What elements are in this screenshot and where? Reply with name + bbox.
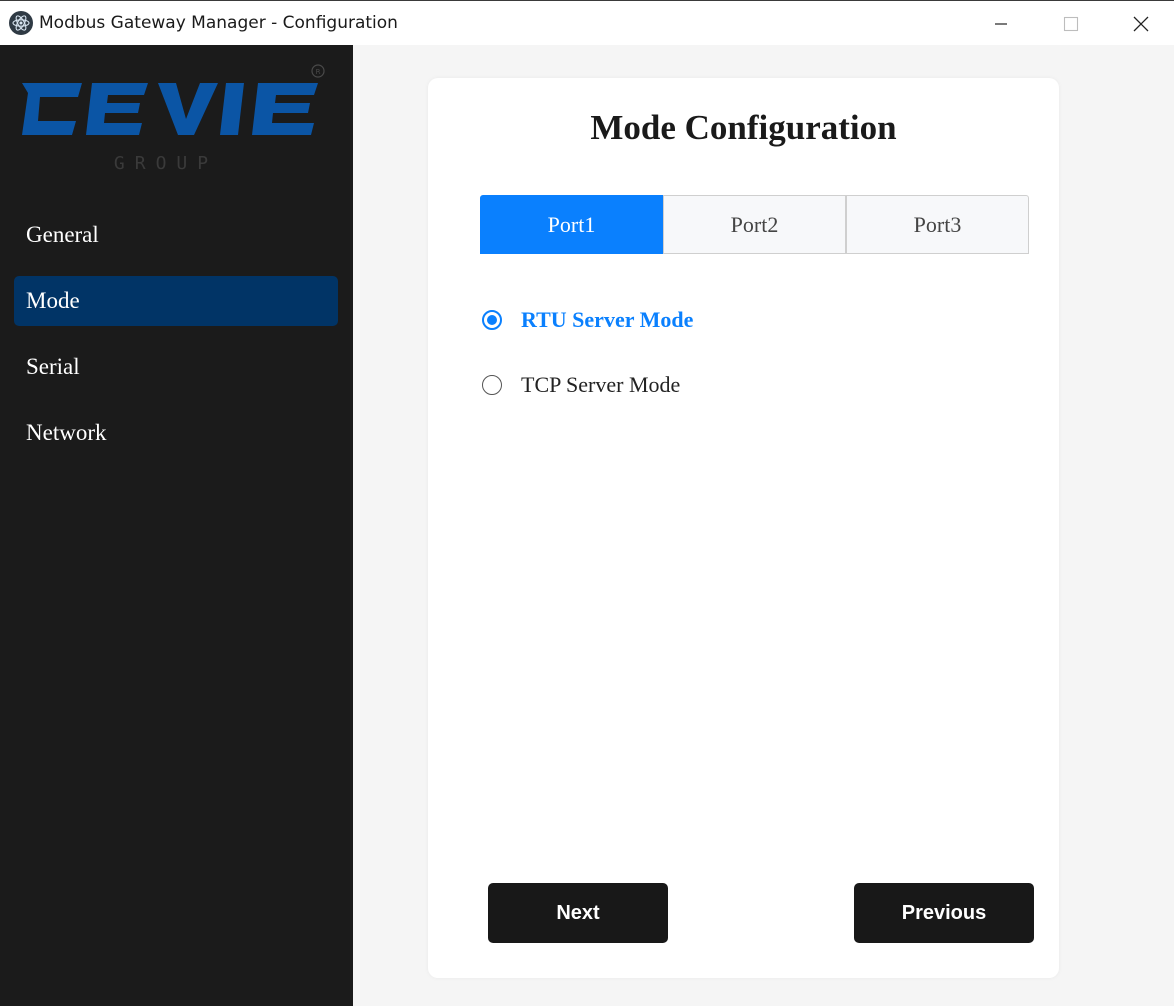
tab-port3[interactable]: Port3: [846, 195, 1029, 254]
tab-label: Port2: [730, 211, 779, 237]
sidebar-item-label: Serial: [26, 354, 80, 379]
sidebar-item-label: Network: [26, 420, 107, 445]
tcp-server-mode-label: TCP Server Mode: [521, 372, 681, 397]
radio-button-unchecked[interactable]: [482, 375, 502, 395]
port-tabs: Port1 Port2 Port3: [480, 195, 1029, 254]
sidebar-item-label: Mode: [26, 288, 80, 313]
sidebar-item-mode[interactable]: Mode: [14, 276, 338, 326]
window-title: Modbus Gateway Manager - Configuration: [39, 13, 398, 33]
tab-label: Port3: [913, 211, 962, 237]
page-title: Mode Configuration: [590, 108, 897, 147]
rtu-server-mode-option[interactable]: RTU Server Mode: [482, 307, 693, 333]
svg-text:R: R: [316, 68, 321, 76]
rtu-server-mode-label: RTU Server Mode: [521, 307, 694, 332]
close-icon[interactable]: [1106, 1, 1174, 46]
company-logo: GROUP R: [22, 63, 332, 178]
sidebar-item-general[interactable]: General: [14, 210, 338, 260]
tab-port1[interactable]: Port1: [480, 195, 663, 254]
tcp-server-mode-option[interactable]: TCP Server Mode: [482, 372, 680, 398]
radio-button-checked[interactable]: [482, 310, 502, 330]
tab-port2[interactable]: Port2: [663, 195, 846, 254]
title-bar: Modbus Gateway Manager - Configuration: [0, 0, 1174, 45]
previous-button[interactable]: Previous: [854, 883, 1034, 943]
sidebar: GROUP R General Mode Serial Network: [0, 45, 353, 1006]
tab-label: Port1: [547, 211, 596, 237]
electron-atom-icon: [9, 11, 33, 35]
sidebar-item-serial[interactable]: Serial: [14, 342, 338, 392]
mode-config-card: Mode Configuration Port1 Port2 Port3 RTU…: [428, 78, 1059, 978]
sidebar-item-network[interactable]: Network: [14, 408, 338, 458]
maximize-icon[interactable]: [1036, 1, 1106, 46]
sidebar-item-label: General: [26, 222, 99, 247]
minimize-icon[interactable]: [966, 1, 1036, 46]
next-button[interactable]: Next: [488, 883, 668, 943]
svg-text:GROUP: GROUP: [114, 153, 218, 174]
